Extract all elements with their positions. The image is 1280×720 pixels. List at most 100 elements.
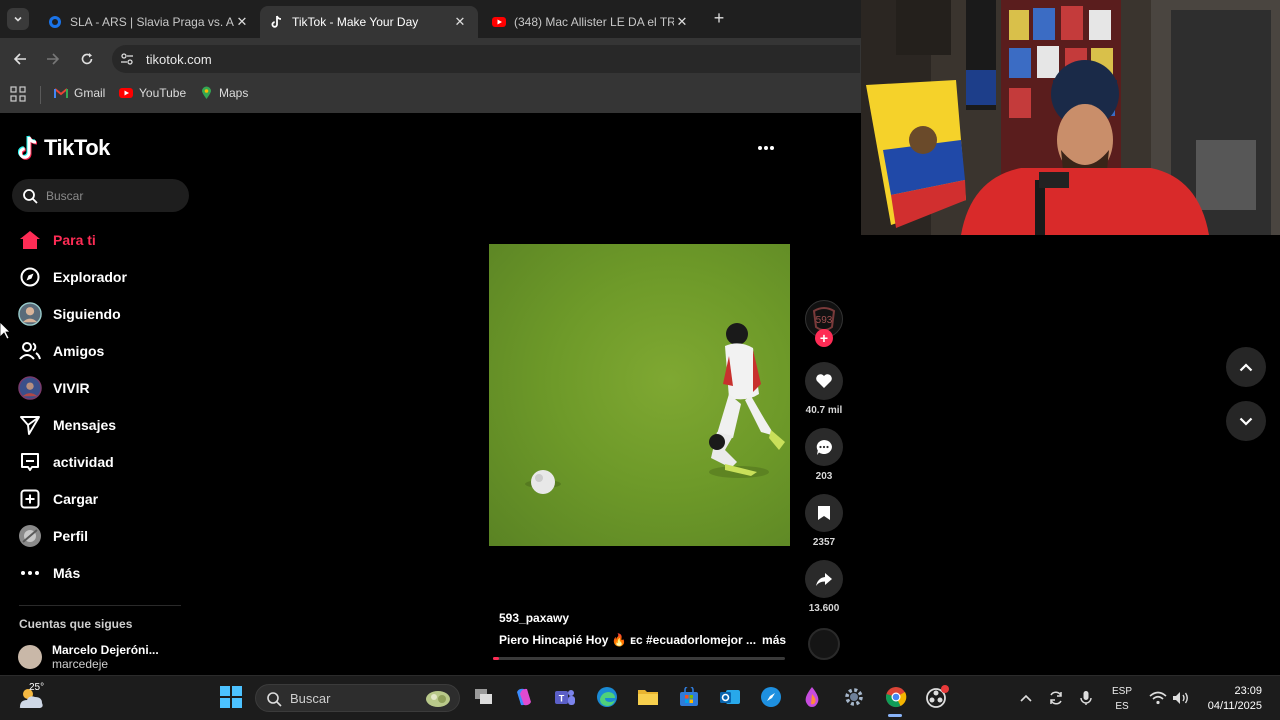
nav-actividad[interactable]: actividad <box>18 448 114 476</box>
nav-label: Siguiendo <box>53 306 121 322</box>
wifi-icon[interactable] <box>1149 689 1167 707</box>
language-code: ESP <box>1112 686 1133 697</box>
chrome-active-indicator <box>888 714 902 717</box>
nav-mas[interactable]: Más <box>18 559 80 587</box>
caption-text: Piero Hincapié Hoy 🔥 ᴇᴄ #ecuadorlomejor … <box>499 633 757 647</box>
reload-button[interactable] <box>77 49 97 69</box>
nav-cargar[interactable]: Cargar <box>18 485 98 513</box>
tab-youtube-video[interactable]: (348) Mac Allister LE DA el TRIU ✕ <box>482 6 700 38</box>
search-icon <box>23 189 38 204</box>
system-clock[interactable]: 23:09 04/11/2025 <box>1202 684 1262 714</box>
back-arrow-icon <box>13 53 26 65</box>
teams-icon[interactable]: T <box>553 685 577 709</box>
svg-text:T: T <box>559 694 565 704</box>
site-settings-icon[interactable] <box>120 52 134 66</box>
share-count: 13.600 <box>808 603 840 614</box>
task-view-icon[interactable] <box>472 685 496 709</box>
share-button[interactable] <box>805 560 843 598</box>
close-tab-icon[interactable]: ✕ <box>234 14 250 30</box>
obs-icon[interactable] <box>925 685 949 709</box>
comment-button[interactable] <box>805 428 843 466</box>
paint-drop-icon[interactable] <box>800 685 824 709</box>
search-input[interactable] <box>46 187 176 205</box>
sync-icon[interactable] <box>1047 689 1065 707</box>
nav-label: Más <box>53 565 81 581</box>
music-disc-icon[interactable] <box>808 628 840 660</box>
volume-icon[interactable] <box>1172 689 1190 707</box>
save-button[interactable] <box>805 494 843 532</box>
video-progress-bar[interactable] <box>493 657 785 660</box>
video-player[interactable] <box>489 244 790 546</box>
input-language-indicator[interactable]: ESP ES <box>1112 684 1132 714</box>
svg-text:593: 593 <box>816 315 833 326</box>
bookmark-gmail[interactable]: Gmail <box>54 86 105 100</box>
upload-icon <box>18 487 42 511</box>
like-action[interactable]: 40.7 mil <box>805 362 843 416</box>
windows-start-icon[interactable] <box>220 686 242 708</box>
avatar <box>18 645 42 669</box>
home-icon <box>18 228 42 252</box>
compass-app-icon[interactable] <box>759 685 783 709</box>
following-account[interactable]: Marcelo Dejeróni... marcedeje <box>18 643 159 671</box>
outlook-icon[interactable] <box>718 685 742 709</box>
microsoft-store-icon[interactable] <box>677 685 701 709</box>
video-frame-image <box>525 323 785 494</box>
video-progress-fill <box>493 657 499 660</box>
like-button[interactable] <box>805 362 843 400</box>
tiktok-logo[interactable]: TikTok <box>18 135 110 161</box>
copilot-icon[interactable] <box>512 685 536 709</box>
clock-date: 04/11/2025 <box>1207 700 1262 712</box>
settings-gear-icon[interactable] <box>842 685 866 709</box>
tiktok-search[interactable] <box>12 179 189 212</box>
webcam-overlay <box>861 0 1280 235</box>
more-options-button[interactable] <box>756 138 776 156</box>
close-tab-icon[interactable]: ✕ <box>452 14 468 30</box>
video-author[interactable]: 593_paxawy <box>499 611 569 625</box>
file-explorer-icon[interactable] <box>636 685 660 709</box>
youtube-icon <box>119 86 133 100</box>
tiktok-logo-icon <box>18 135 38 160</box>
nav-label: Cargar <box>53 491 99 507</box>
nav-explorador[interactable]: Explorador <box>18 263 127 291</box>
chevron-up-icon <box>1239 362 1253 371</box>
nav-perfil[interactable]: Perfil <box>18 522 88 550</box>
bookmark-youtube[interactable]: YouTube <box>119 86 186 100</box>
mouse-cursor-icon <box>0 322 10 340</box>
nav-mensajes[interactable]: Mensajes <box>18 411 116 439</box>
tab-search-button[interactable] <box>7 8 29 30</box>
nav-para-ti[interactable]: Para ti <box>18 226 96 254</box>
chrome-icon[interactable] <box>884 685 908 709</box>
bookmark-maps[interactable]: Maps <box>199 86 248 100</box>
close-tab-icon[interactable]: ✕ <box>674 14 690 30</box>
url-text[interactable]: tikotok.com <box>146 52 212 67</box>
taskbar-search[interactable]: Buscar <box>255 684 460 712</box>
show-hidden-icons-button[interactable] <box>1017 689 1035 707</box>
previous-video-button[interactable] <box>1226 347 1266 387</box>
tab-title: TikTok - Make Your Day <box>292 15 419 29</box>
address-bar[interactable] <box>112 45 860 73</box>
edge-icon[interactable] <box>595 685 619 709</box>
save-action[interactable]: 2357 <box>805 494 843 548</box>
bookmark-icon <box>818 506 830 520</box>
nav-siguiendo[interactable]: Siguiendo <box>18 300 121 328</box>
share-action[interactable]: 13.600 <box>805 560 843 614</box>
forward-button[interactable] <box>43 49 63 69</box>
new-tab-button[interactable]: + <box>710 9 728 27</box>
tab-tiktok[interactable]: TikTok - Make Your Day ✕ <box>260 6 478 38</box>
caption-more-link[interactable]: más <box>762 633 786 647</box>
following-avatar <box>18 302 42 326</box>
nav-amigos[interactable]: Amigos <box>18 337 104 365</box>
webcam-feed-image <box>861 0 1280 235</box>
nav-label: Para ti <box>53 232 96 248</box>
apps-grid-button[interactable] <box>10 86 26 102</box>
nav-label: Mensajes <box>53 417 117 433</box>
next-video-button[interactable] <box>1226 401 1266 441</box>
follow-creator-button[interactable]: + <box>815 329 833 347</box>
comment-action[interactable]: 203 <box>805 428 843 482</box>
nav-vivir[interactable]: VIVIR <box>18 374 90 402</box>
send-icon <box>18 413 42 437</box>
tab-sla-ars[interactable]: SLA - ARS | Slavia Praga vs. Arse ✕ <box>38 6 260 38</box>
back-button[interactable] <box>10 49 30 69</box>
heart-icon <box>816 374 832 388</box>
microphone-icon[interactable] <box>1077 689 1095 707</box>
